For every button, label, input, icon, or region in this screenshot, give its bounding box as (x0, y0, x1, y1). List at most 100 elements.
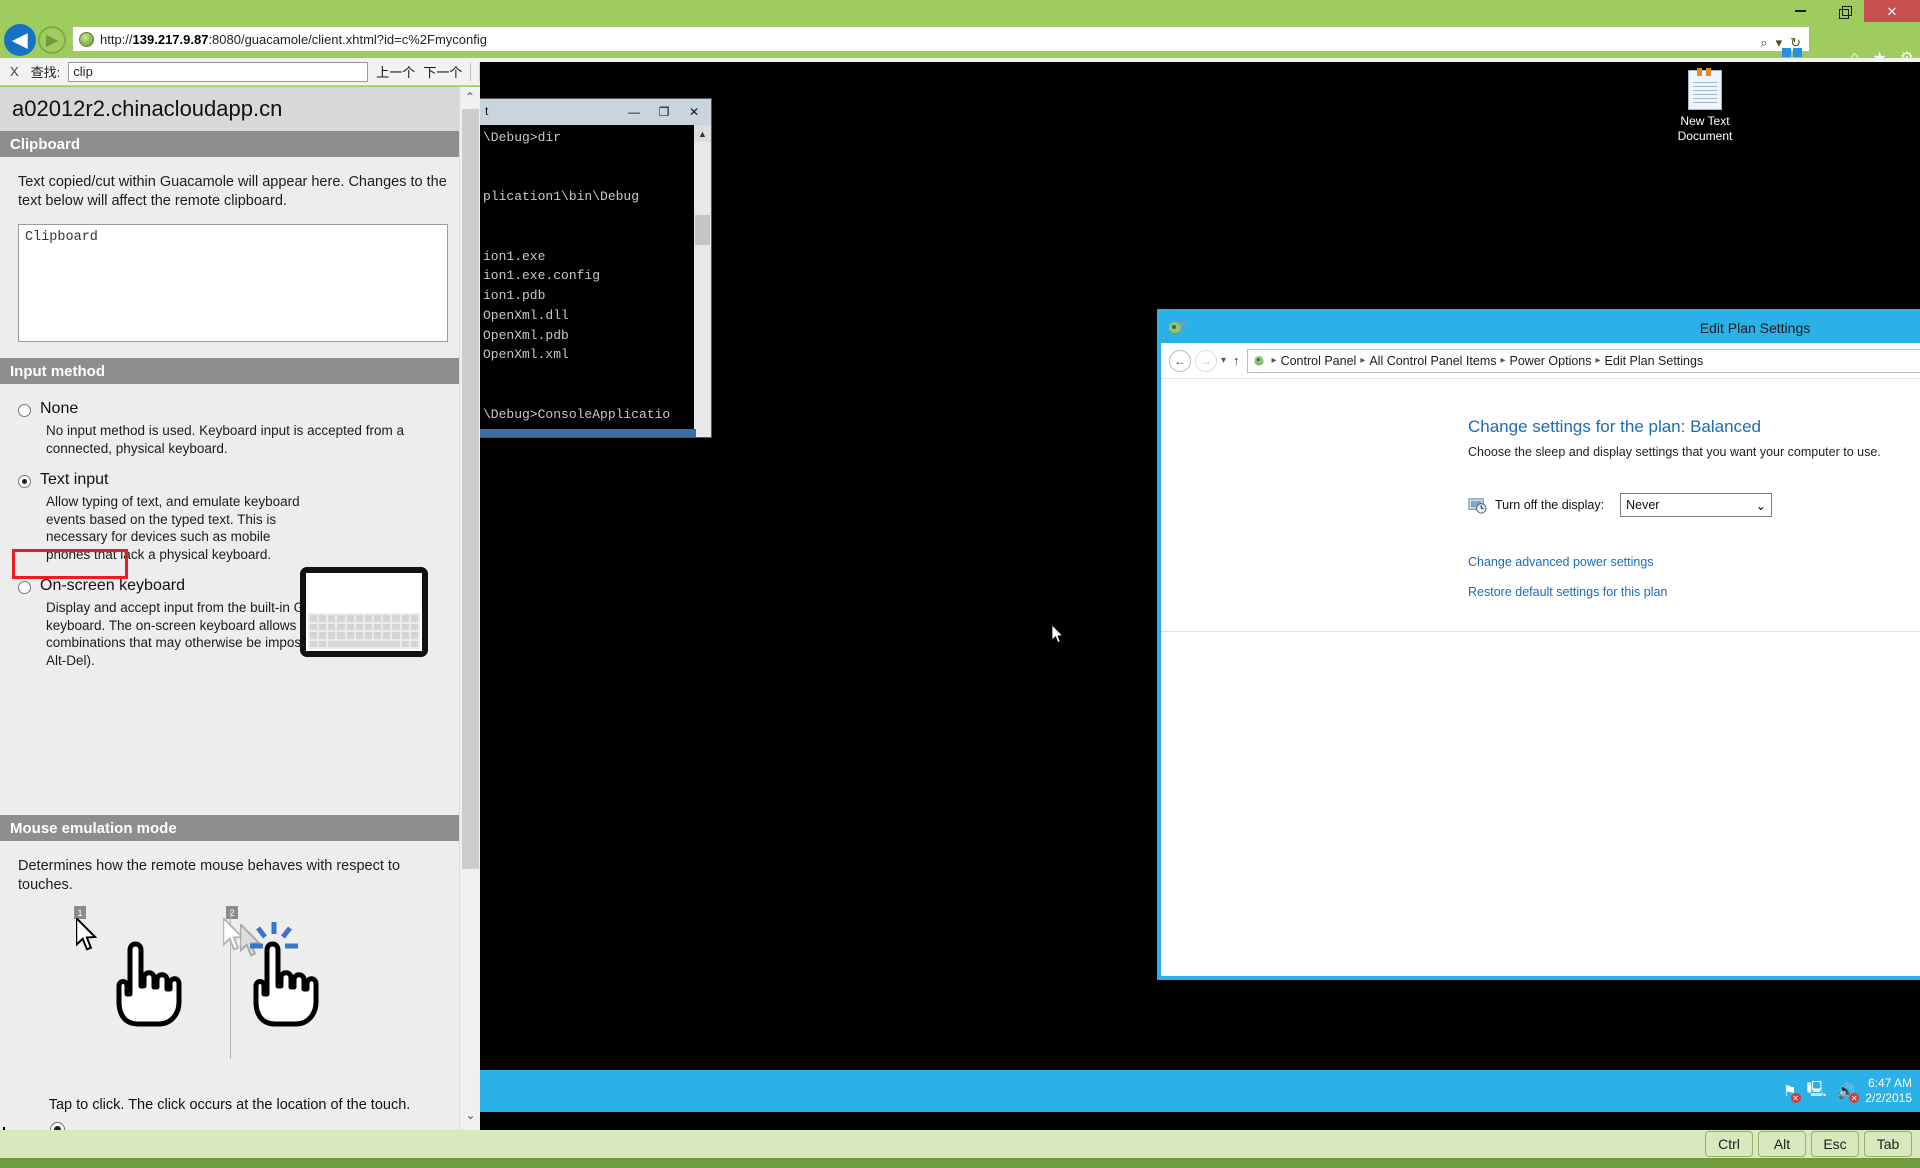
mouse-cursor-icon (1052, 625, 1064, 643)
command-prompt-output: \Debug>dir plication1\bin\Debug ion1.exe… (480, 125, 711, 437)
scrollbar-thumb[interactable] (462, 109, 479, 869)
input-method-option-none[interactable]: None (18, 400, 462, 418)
command-prompt-titlebar: t — ❐ ✕ (480, 99, 711, 125)
breadcrumb[interactable]: ▸ Control Panel ▸ All Control Panel Item… (1246, 348, 1920, 373)
breadcrumb-separator: ▸ (1500, 355, 1506, 366)
command-prompt-title: t (485, 104, 489, 118)
mouse-emulation-section-body: Determines how the remote mouse behaves … (0, 841, 459, 1131)
radio-icon[interactable] (18, 581, 31, 595)
address-bar-text: http://139.217.9.87:8080/guacamole/clien… (100, 31, 487, 47)
radio-icon[interactable] (18, 404, 31, 418)
key-tab[interactable]: Tab (1864, 1131, 1912, 1157)
eps-recent-caret-icon[interactable]: ▾ (1221, 355, 1226, 366)
find-next-button[interactable]: 下一个 (423, 62, 462, 81)
option-label: None (40, 400, 79, 418)
power-options-icon (1254, 356, 1264, 366)
divider (1161, 631, 1920, 632)
onscreen-keyboard-graphic (308, 613, 420, 649)
forward-button[interactable]: ▶ (38, 26, 66, 54)
internet-explorer-window: 虚拟机 - Window... Guacamole 0.9.3 a02012r2… (0, 0, 1920, 1168)
modifier-keys: Ctrl Alt Esc Tab (1705, 1131, 1912, 1157)
error-badge-icon: ✕ (1849, 1093, 1860, 1103)
back-button[interactable]: ◀ (4, 24, 36, 56)
breadcrumb-item-edit-plan-settings[interactable]: Edit Plan Settings (1605, 354, 1704, 368)
scroll-down-icon[interactable]: ⌄ (460, 1105, 481, 1125)
breadcrumb-item-all-items[interactable]: All Control Panel Items (1369, 354, 1496, 368)
radio-icon[interactable] (18, 475, 31, 489)
window-minimize-button[interactable] (1780, 0, 1820, 22)
turn-off-display-label: Turn off the display: (1495, 498, 1605, 512)
mouse-emulation-section-header: Mouse emulation mode (0, 815, 459, 841)
clock-time: 6:47 AM (1867, 1076, 1912, 1090)
network-icon[interactable]: 🖳 (1807, 1079, 1827, 1104)
restore-default-settings-link[interactable]: Restore default settings for this plan (1468, 585, 1667, 599)
text-document-icon (1688, 68, 1722, 110)
breadcrumb-separator: ▸ (1595, 355, 1601, 366)
power-options-icon (1169, 321, 1186, 335)
key-alt[interactable]: Alt (1758, 1131, 1806, 1157)
option-label: On-screen keyboard (40, 577, 185, 595)
window-close-button[interactable]: ✕ (1864, 0, 1920, 22)
input-method-section-header: Input method (0, 358, 480, 385)
option-description-none: No input method is used. Keyboard input … (46, 423, 404, 456)
cmd-maximize-button[interactable]: ❐ (649, 101, 679, 123)
command-prompt-scrollbar[interactable]: ▲ (694, 125, 711, 437)
eps-forward-button[interactable]: → (1195, 349, 1217, 372)
clock-date: 2/2/2015 (1865, 1091, 1912, 1105)
mouse-emulation-description: Determines how the remote mouse behaves … (18, 858, 401, 893)
chevron-down-icon: ⌄ (1755, 498, 1767, 513)
change-advanced-power-settings-link[interactable]: Change advanced power settings (1468, 555, 1654, 569)
guacamole-menu-scrollbar[interactable]: ⌃ ⌄ (459, 87, 480, 1153)
clipboard-textarea[interactable]: Clipboard (18, 224, 448, 343)
input-method-option-text-input[interactable]: Text input (18, 471, 462, 489)
page-title: Change settings for the plan: Balanced (1468, 417, 1761, 436)
mouse-mode-caption: Tap to click. The click occurs at the lo… (48, 1097, 411, 1114)
scroll-up-icon[interactable]: ⌃ (460, 87, 480, 107)
desktop-icon-label-line2: Document (1677, 129, 1733, 143)
scroll-up-icon[interactable]: ▲ (694, 125, 711, 142)
clipboard-description: Text copied/cut within Guacamole will ap… (18, 174, 447, 209)
search-icon[interactable]: ⌕ (1760, 35, 1767, 51)
display-clock-icon (1468, 497, 1487, 514)
tablet-screen (306, 573, 422, 651)
scrollbar-thumb[interactable] (695, 215, 710, 245)
clipboard-section-header: Clipboard (0, 131, 480, 157)
error-badge-icon: ✕ (1790, 1093, 1801, 1103)
edit-plan-settings-window[interactable]: Edit Plan Settings — ❐ ✕ ← → ▾ ↑ (1157, 309, 1920, 980)
find-previous-button[interactable]: 上一个 (376, 62, 415, 81)
eps-back-button[interactable]: ← (1169, 349, 1191, 372)
address-bar[interactable]: http://139.217.9.87:8080/guacamole/clien… (72, 26, 1810, 52)
close-icon[interactable]: X (6, 64, 23, 79)
page-subtitle: Choose the sleep and display settings th… (1468, 445, 1881, 459)
turn-off-display-select[interactable]: Never ⌄ (1620, 493, 1773, 517)
key-ctrl[interactable]: Ctrl (1705, 1131, 1753, 1157)
breadcrumb-separator: ▸ (1271, 355, 1277, 366)
system-tray: ⚑ ✕ 🖳 🔊 ✕ 6:47 AM 2/2/2015 (1783, 1070, 1912, 1112)
volume-icon[interactable]: 🔊 ✕ (1837, 1082, 1860, 1103)
window-restore-button[interactable] (1824, 0, 1864, 22)
find-input[interactable]: clip (68, 61, 369, 82)
taskbar-clock[interactable]: 6:47 AM 2/2/2015 (1865, 1076, 1912, 1106)
cmd-close-button[interactable]: ✕ (679, 101, 709, 123)
network-flag-icon[interactable]: ⚑ ✕ (1783, 1082, 1801, 1103)
breadcrumb-item-power-options[interactable]: Power Options (1510, 354, 1592, 368)
key-esc[interactable]: Esc (1811, 1131, 1859, 1157)
option-description-text-input: Allow typing of text, and emulate keyboa… (46, 494, 300, 562)
find-label: 查找: (30, 65, 61, 80)
remote-taskbar[interactable]: ⚑ ✕ 🖳 🔊 ✕ 6:47 AM 2/2/2015 (480, 1070, 1920, 1112)
desktop-icon-new-text-document[interactable]: New Text Document (1660, 68, 1750, 144)
cmd-minimize-button[interactable]: — (619, 101, 649, 123)
command-prompt-window[interactable]: t — ❐ ✕ \Debug>dir plication1\bin\Debug … (480, 98, 712, 438)
remote-desktop-viewport[interactable]: New Text Document t — ❐ ✕ \Debug>dir pli… (480, 62, 1920, 1150)
clipboard-section-body: Text copied/cut within Guacamole will ap… (0, 157, 480, 358)
eps-up-button[interactable]: ↑ (1230, 353, 1243, 368)
connection-name: a02012r2.chinacloudapp.cn (0, 87, 480, 131)
guacamole-key-bar: Ctrl Alt Esc Tab (0, 1130, 1920, 1168)
guacamole-key-bar-inner: Ctrl Alt Esc Tab (0, 1130, 1920, 1158)
tapping-hand-icon (253, 941, 319, 1027)
eps-address-toolbar: ← → ▾ ↑ ▸ Control Panel ▸ All Control Pa… (1161, 343, 1920, 379)
browser-titlebar: 虚拟机 - Window... Guacamole 0.9.3 a02012r2… (0, 0, 1920, 51)
breadcrumb-item-control-panel[interactable]: Control Panel (1281, 354, 1357, 368)
browser-navigation-row: ◀ ▶ http://139.217.9.87:8080/guacamole/c… (0, 22, 1920, 68)
option-label: Text input (40, 471, 109, 489)
